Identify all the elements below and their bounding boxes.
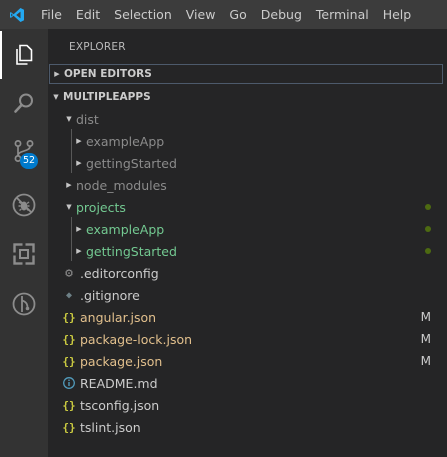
tree-item-label: README.md: [80, 375, 158, 391]
tree-item-dist-exampleApp[interactable]: ▶ exampleApp: [48, 130, 447, 152]
activity-explorer[interactable]: [0, 31, 48, 79]
explorer-icon: [16, 44, 33, 65]
menu-selection[interactable]: Selection: [107, 0, 179, 29]
tree-item-label: tslint.json: [80, 419, 141, 435]
gitlens-icon: [12, 292, 36, 316]
chevron-right-icon: ▶: [66, 181, 72, 189]
activity-gitlens[interactable]: [0, 280, 48, 328]
tree-item-label: projects: [76, 199, 126, 215]
tree-item-label: exampleApp: [86, 221, 165, 237]
tree-item-label: package-lock.json: [80, 331, 193, 347]
chevron-right-icon: ▶: [76, 247, 82, 255]
project-label: MULTIPLEAPPS: [63, 91, 151, 103]
json-braces-icon: {}: [62, 332, 76, 346]
gear-icon: ⚙: [65, 265, 73, 281]
tree-item-label: node_modules: [76, 177, 167, 193]
json-braces-icon: {}: [62, 354, 76, 368]
modified-badge: M: [420, 310, 431, 324]
tree-item-label: gettingStarted: [86, 155, 177, 171]
tree-item-package-lock-json[interactable]: {} package-lock.json M: [48, 328, 447, 350]
debug-icon: [12, 193, 36, 217]
menu-debug[interactable]: Debug: [254, 0, 309, 29]
activity-bar: 52: [0, 29, 48, 457]
active-indicator: [0, 31, 2, 79]
tree-item-gitignore[interactable]: ◆ .gitignore: [48, 284, 447, 306]
tree-item-node-modules[interactable]: ▶ node_modules: [48, 174, 447, 196]
untracked-dot: [425, 204, 431, 210]
activity-debug[interactable]: [0, 181, 48, 229]
chevron-right-icon: ▶: [76, 225, 82, 233]
tree-item-tsconfig-json[interactable]: {} tsconfig.json: [48, 394, 447, 416]
vscode-logo-icon: [0, 0, 34, 29]
sidebar-title: EXPLORER: [69, 41, 126, 53]
project-section-header[interactable]: ▼ MULTIPLEAPPS: [49, 87, 443, 107]
tree-item-label: tsconfig.json: [80, 397, 160, 413]
modified-badge: M: [420, 332, 431, 346]
menu-bar: File Edit Selection View Go Debug Termin…: [0, 0, 447, 29]
menu-view[interactable]: View: [179, 0, 223, 29]
tree-item-package-json[interactable]: {} package.json M: [48, 350, 447, 372]
tree-item-projects-exampleApp[interactable]: ▶ exampleApp: [48, 218, 447, 240]
tree-item-projects-gettingStarted[interactable]: ▶ gettingStarted: [48, 240, 447, 262]
search-icon: [14, 93, 33, 113]
tree-item-label: .editorconfig: [80, 265, 159, 281]
menu-help[interactable]: Help: [376, 0, 419, 29]
untracked-dot: [425, 226, 431, 232]
git-diamond-icon: ◆: [65, 289, 73, 301]
chevron-down-icon: ▼: [53, 93, 59, 101]
tree-item-tslint-json[interactable]: {} tslint.json: [48, 416, 447, 438]
tree-item-dist[interactable]: ▼ dist: [48, 108, 447, 130]
json-braces-icon: {}: [62, 310, 76, 324]
source-control-badge: 52: [20, 153, 38, 169]
tree-item-readme[interactable]: README.md: [48, 372, 447, 394]
tree-item-label: angular.json: [80, 309, 157, 325]
menu-go[interactable]: Go: [222, 0, 253, 29]
activity-search[interactable]: [0, 79, 48, 127]
chevron-down-icon: ▼: [66, 203, 72, 211]
extensions-icon: [12, 242, 36, 266]
chevron-right-icon: ▶: [76, 159, 82, 167]
chevron-right-icon: ▶: [76, 137, 82, 145]
tree-item-label: .gitignore: [80, 287, 140, 303]
tree-item-label: package.json: [80, 353, 163, 369]
tree-item-label: gettingStarted: [86, 243, 177, 259]
modified-badge: M: [420, 354, 431, 368]
menu-file[interactable]: File: [34, 0, 69, 29]
json-braces-icon: {}: [62, 420, 76, 434]
open-editors-section-header[interactable]: ▶ OPEN EDITORS: [49, 64, 443, 84]
tree-item-label: exampleApp: [86, 133, 165, 149]
chevron-right-icon: ▶: [54, 70, 60, 78]
tree-item-editorconfig[interactable]: ⚙ .editorconfig: [48, 262, 447, 284]
tree-item-label: dist: [76, 111, 99, 127]
chevron-down-icon: ▼: [66, 115, 72, 123]
json-braces-icon: {}: [62, 398, 76, 412]
tree-item-dist-gettingStarted[interactable]: ▶ gettingStarted: [48, 152, 447, 174]
tree-item-angular-json[interactable]: {} angular.json M: [48, 306, 447, 328]
tree-item-projects[interactable]: ▼ projects: [48, 196, 447, 218]
menu-terminal[interactable]: Terminal: [309, 0, 376, 29]
menu-edit[interactable]: Edit: [69, 0, 107, 29]
info-icon: [61, 377, 77, 389]
activity-extensions[interactable]: [0, 230, 48, 278]
explorer-sidebar: EXPLORER ▶ OPEN EDITORS ▼ MULTIPLEAPPS ▼…: [48, 29, 447, 457]
untracked-dot: [425, 248, 431, 254]
open-editors-label: OPEN EDITORS: [64, 68, 152, 80]
activity-source-control[interactable]: 52: [0, 127, 48, 175]
